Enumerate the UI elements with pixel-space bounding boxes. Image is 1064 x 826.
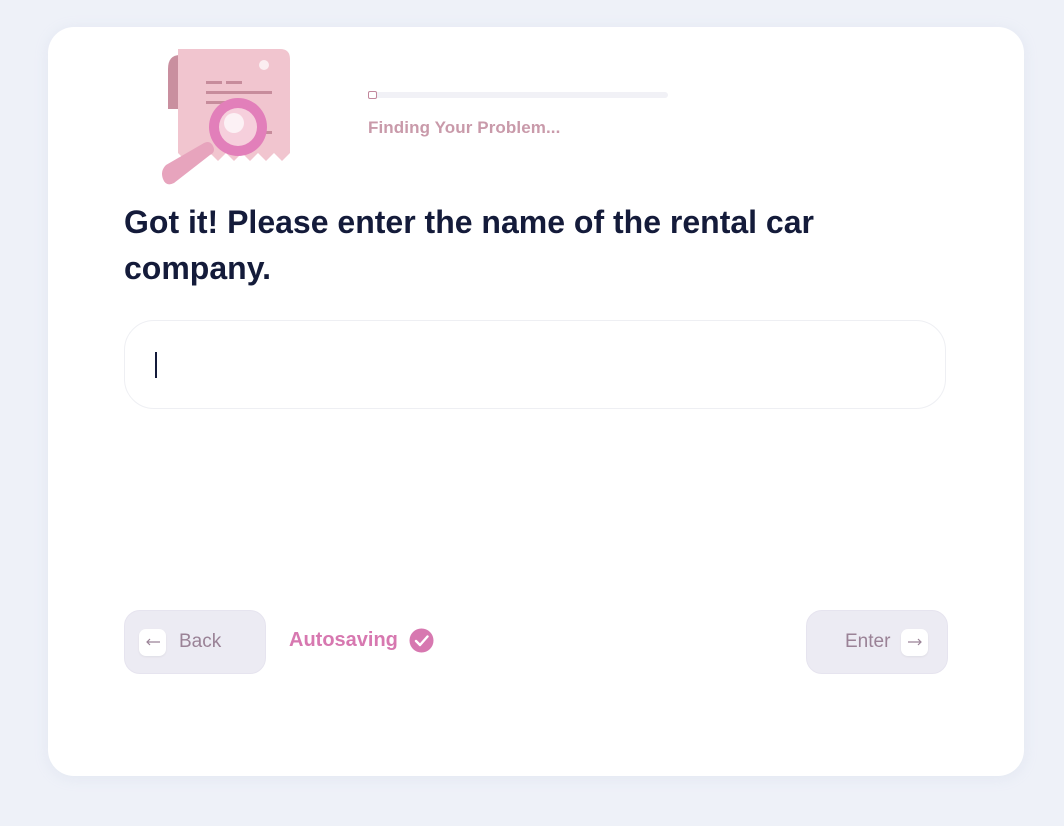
autosave-status: Autosaving	[289, 628, 434, 653]
enter-button-label: Enter	[845, 631, 891, 652]
checkmark-circle-icon	[409, 628, 434, 653]
progress-bar	[368, 91, 668, 99]
text-cursor	[155, 352, 157, 378]
progress-section: Finding Your Problem...	[368, 91, 668, 138]
back-button[interactable]: Back	[124, 610, 266, 674]
question-heading: Got it! Please enter the name of the ren…	[124, 204, 814, 286]
back-button-label: Back	[179, 631, 222, 652]
arrow-left-icon	[139, 628, 166, 656]
progress-bar-fill	[368, 91, 377, 99]
arrow-right-icon	[901, 628, 929, 656]
enter-button[interactable]: Enter	[806, 610, 948, 674]
autosave-label: Autosaving	[289, 629, 398, 651]
question-card: Finding Your Problem... Got it! Please e…	[48, 27, 1024, 776]
rental-car-company-input[interactable]	[124, 320, 946, 409]
receipt-magnifier-icon	[160, 47, 295, 187]
progress-label: Finding Your Problem...	[368, 118, 561, 137]
